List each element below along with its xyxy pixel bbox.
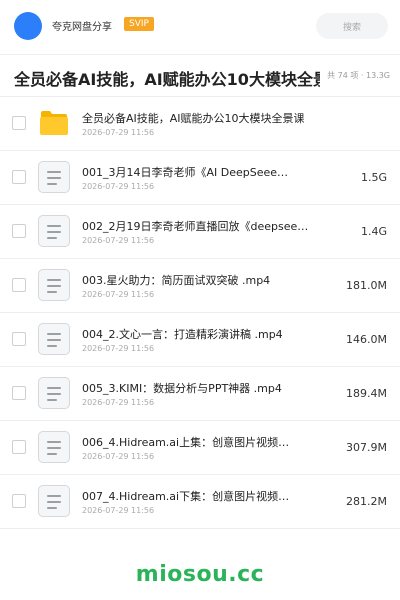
file-row[interactable]: 005_3.KIMI：数据分析与PPT神器 .mp4 2026-07-29 11:…	[0, 367, 400, 421]
document-icon	[38, 485, 70, 517]
share-header: 夸克网盘分享 SVIP 搜索	[0, 0, 400, 55]
file-name: 005_3.KIMI：数据分析与PPT神器 .mp4	[82, 382, 282, 395]
file-size: 189.4M	[346, 387, 387, 400]
file-row[interactable]: 006_4.Hidream.ai上集：创意图片视频… 2026-07-29 11:…	[0, 421, 400, 475]
folder-icon	[38, 107, 70, 139]
row-checkbox[interactable]	[12, 494, 26, 508]
document-icon	[38, 431, 70, 463]
file-date: 2026-07-29 11:56	[82, 344, 155, 353]
document-icon	[38, 377, 70, 409]
file-name: 006_4.Hidream.ai上集：创意图片视频…	[82, 436, 290, 449]
svip-badge: SVIP	[124, 17, 154, 31]
file-date: 2026-07-29 11:56	[82, 236, 155, 245]
document-icon	[38, 161, 70, 193]
file-name: 002_2月19日李奇老师直播回放《deepsee…	[82, 220, 309, 233]
search-input[interactable]: 搜索	[316, 13, 388, 39]
share-owner-name: 夸克网盘分享	[52, 22, 112, 33]
file-date: 2026-07-29 11:56	[82, 398, 155, 407]
file-row[interactable]: 003.星火助力：简历面试双突破 .mp4 2026-07-29 11:56 181…	[0, 259, 400, 313]
avatar[interactable]	[14, 12, 42, 40]
page-title: 全员必备AI技能，AI赋能办公10大模块全景课	[14, 70, 320, 89]
row-checkbox[interactable]	[12, 278, 26, 292]
row-checkbox[interactable]	[12, 440, 26, 454]
file-name: 007_4.Hidream.ai下集：创意图片视频…	[82, 490, 290, 503]
file-date: 2026-07-29 11:56	[82, 182, 155, 191]
row-checkbox[interactable]	[12, 332, 26, 346]
search-placeholder: 搜索	[342, 22, 361, 33]
folder-meta: 共 74 项 · 13.3G	[327, 71, 390, 80]
file-size: 146.0M	[346, 333, 387, 346]
document-icon	[38, 215, 70, 247]
file-row[interactable]: 001_3月14日李奇老师《AI DeepSeee… 2026-07-29 11:…	[0, 151, 400, 205]
file-name: 001_3月14日李奇老师《AI DeepSeee…	[82, 166, 289, 179]
document-icon	[38, 323, 70, 355]
file-name: 全员必备AI技能，AI赋能办公10大模块全景课	[82, 112, 305, 125]
file-date: 2026-07-29 11:56	[82, 290, 155, 299]
file-date: 2026-07-29 11:56	[82, 128, 155, 137]
file-date: 2026-07-29 11:56	[82, 506, 155, 515]
folder-row[interactable]: 全员必备AI技能，AI赋能办公10大模块全景课 2026-07-29 11:56	[0, 97, 400, 151]
file-size: 1.5G	[360, 171, 387, 184]
row-checkbox[interactable]	[12, 224, 26, 238]
file-name: 003.星火助力：简历面试双突破 .mp4	[82, 274, 271, 287]
file-row[interactable]: 004_2.文心一言：打造精彩演讲稿 .mp4 2026-07-29 11:56 1…	[0, 313, 400, 367]
watermark: miosou.cc	[135, 562, 265, 587]
row-checkbox[interactable]	[12, 170, 26, 184]
folder-title-row: 全员必备AI技能，AI赋能办公10大模块全景课 共 74 项 · 13.3G	[0, 54, 400, 97]
file-size: 1.4G	[360, 225, 387, 238]
file-name: 004_2.文心一言：打造精彩演讲稿 .mp4	[82, 328, 283, 341]
file-row[interactable]: 002_2月19日李奇老师直播回放《deepsee… 2026-07-29 11:…	[0, 205, 400, 259]
row-checkbox[interactable]	[12, 386, 26, 400]
document-icon	[38, 269, 70, 301]
file-size: 307.9M	[346, 441, 387, 454]
file-size: 281.2M	[346, 495, 387, 508]
file-list: 全员必备AI技能，AI赋能办公10大模块全景课 2026-07-29 11:56 0…	[0, 97, 400, 529]
file-date: 2026-07-29 11:56	[82, 452, 155, 461]
file-row[interactable]: 007_4.Hidream.ai下集：创意图片视频… 2026-07-29 11:…	[0, 475, 400, 529]
row-checkbox[interactable]	[12, 116, 26, 130]
file-size: 181.0M	[346, 279, 387, 292]
